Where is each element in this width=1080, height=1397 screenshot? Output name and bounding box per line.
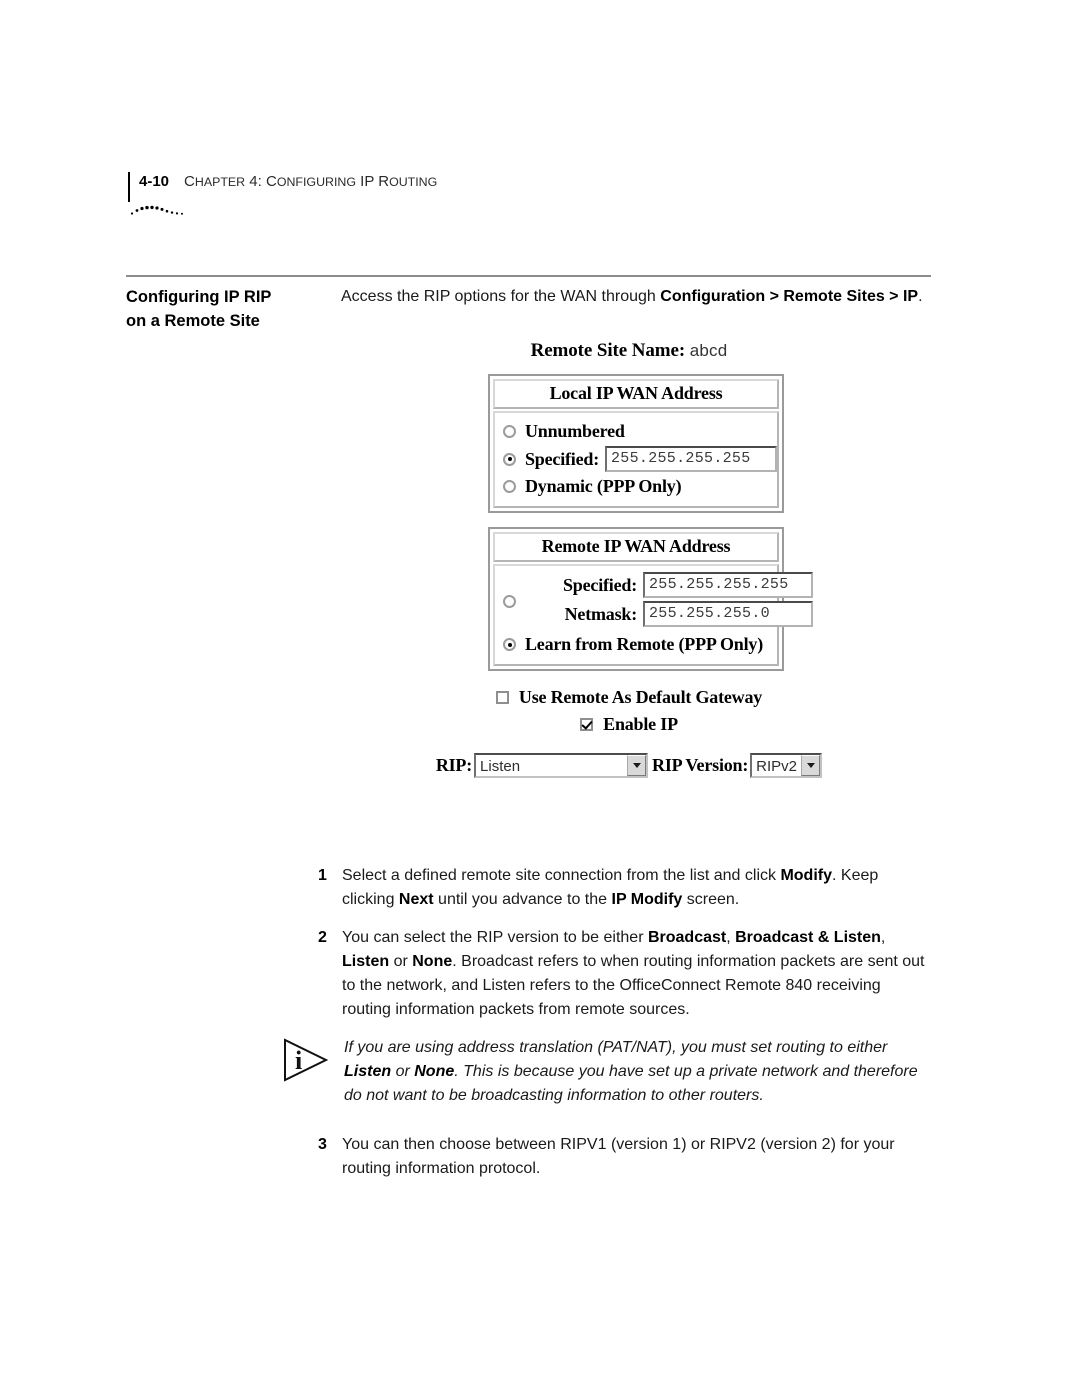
rip-mode-select[interactable]: Listen [474,753,649,778]
step-2-bold4: None [412,953,453,970]
step-2-bold3: Listen [342,953,390,970]
local-specified-ip-input[interactable]: 255.255.255.255 [605,446,777,472]
step-1-number: 1 [318,867,327,884]
ip-modify-screen-capture: Remote Site Name: abcd Local IP WAN Addr… [341,340,931,778]
remote-ip-wan-address-title: Remote IP WAN Address [493,532,779,562]
step-2-seg3: , [880,929,886,946]
radio-learn-from-remote-label: Learn from Remote (PPP Only) [525,634,764,654]
info-triangle-icon: i [284,1038,329,1082]
checkbox-enable-ip-label: Enable IP [603,714,678,734]
section-divider-rule [126,275,931,277]
note-seg1: If you are using address translation (PA… [344,1039,888,1056]
step-1-seg3: until you advance to the [433,891,612,908]
step-3-text: You can then choose between RIPV1 (versi… [342,1136,895,1177]
page-folio: 4-10 [139,173,170,190]
radio-local-specified-label: Specified: [525,448,599,469]
step-item-1: 1 Select a defined remote site connectio… [318,864,933,912]
intro-menu-path: Configuration > Remote Sites > IP [660,288,919,305]
radio-dynamic-ppp-label: Dynamic (PPP Only) [525,476,682,496]
svg-text:i: i [295,1046,302,1075]
procedure-steps-list: 1 Select a defined remote site connectio… [318,864,933,1036]
radio-local-specified-icon[interactable] [503,452,516,466]
note-bold1: Listen [344,1063,392,1080]
step-1-seg4: screen. [682,891,740,908]
rip-settings-row: RIP: Listen RIP Version: RIPv2 [341,753,931,778]
intro-text-tail: . [918,288,923,305]
checkbox-row-enable-ip[interactable]: Enable IP [341,714,931,735]
checkbox-use-remote-as-default-gateway-icon[interactable] [495,691,509,704]
step-2-text: You can select the RIP version to be eit… [342,926,933,1022]
remote-specified-label: Specified: [563,574,637,595]
rip-mode-selected-value: Listen [480,758,521,775]
note-bold2: None [414,1063,455,1080]
local-ip-wan-address-title: Local IP WAN Address [493,379,779,409]
remote-netmask-label: Netmask: [564,603,638,624]
rip-label: RIP: [435,755,473,775]
step-1-seg1: Select a defined remote site connection … [342,867,781,884]
header-dot-arc-decoration [130,205,183,215]
remote-specified-row: Specified: 255.255.255.255 [525,572,813,598]
step-item-2: 2 You can select the RIP version to be e… [318,926,933,1022]
running-header: 4-10 CHAPTER 4: CONFIGURING IP ROUTING [128,172,437,202]
section-heading: Configuring IP RIP on a Remote Site [126,285,326,333]
remote-ip-wan-address-group: Remote IP WAN Address Specified: 255.255… [488,527,813,671]
remote-site-name-value: abcd [689,341,728,360]
step-1-bold2: Next [398,891,434,908]
rip-version-label: RIP Version: [652,755,749,775]
radio-row-local-specified[interactable]: Specified: 255.255.255.255 [495,445,777,473]
radio-row-learn-from-remote[interactable]: Learn from Remote (PPP Only) [495,631,777,658]
step-3-number: 3 [318,1136,327,1153]
remote-site-name-row: Remote Site Name: abcd [341,340,931,362]
step-2-seg2: , [726,929,736,946]
section-intro-paragraph: Access the RIP options for the WAN throu… [341,285,931,309]
remote-site-name-label: Remote Site Name: [530,340,686,361]
radio-row-dynamic-ppp[interactable]: Dynamic (PPP Only) [495,473,777,500]
remote-netmask-input[interactable]: 255.255.255.0 [643,601,813,627]
remote-netmask-row: Netmask: 255.255.255.0 [525,601,813,627]
header-vertical-rule [128,172,130,202]
procedure-steps-list-continued: 3 You can then choose between RIPV1 (ver… [318,1133,933,1195]
rip-version-chevron-down-icon[interactable] [801,755,821,776]
rip-mode-chevron-down-icon[interactable] [627,755,647,776]
chapter-title: CHAPTER 4: CONFIGURING IP ROUTING [184,173,438,190]
step-1-bold1: Modify [780,867,832,884]
step-2-seg1: You can select the RIP version to be eit… [342,929,648,946]
info-note-callout: i If you are using address translation (… [282,1036,932,1108]
section-heading-line2: on a Remote Site [126,312,260,330]
radio-unnumbered-label: Unnumbered [525,421,625,441]
rip-version-selected-value: RIPv2 [756,758,798,775]
step-2-bold2: Broadcast & Listen [735,929,881,946]
step-2-bold1: Broadcast [647,929,727,946]
step-item-3: 3 You can then choose between RIPV1 (ver… [318,1133,933,1181]
local-ip-wan-address-body: Unnumbered Specified: 255.255.255.255 Dy… [493,411,779,508]
radio-dynamic-ppp-icon[interactable] [503,480,516,493]
step-1-text: Select a defined remote site connection … [342,864,933,912]
remote-specified-ip-input[interactable]: 255.255.255.255 [643,572,813,598]
step-2-seg4: or [389,953,413,970]
checkbox-enable-ip-icon[interactable] [580,718,594,731]
remote-address-fields: Specified: 255.255.255.255 Netmask: 255.… [525,572,813,630]
info-note-text: If you are using address translation (PA… [344,1036,932,1108]
radio-learn-from-remote-icon[interactable] [503,638,516,651]
section-heading-line1: Configuring IP RIP [126,288,272,306]
radio-row-unnumbered[interactable]: Unnumbered [495,418,777,445]
intro-text-lead: Access the RIP options for the WAN throu… [341,288,661,305]
remote-ip-wan-address-body: Specified: 255.255.255.255 Netmask: 255.… [493,564,813,666]
checkbox-use-remote-as-default-gateway-label: Use Remote As Default Gateway [518,687,763,707]
local-ip-wan-address-group: Local IP WAN Address Unnumbered Specifie… [488,374,784,513]
step-2-number: 2 [318,929,327,946]
rip-version-select[interactable]: RIPv2 [750,753,823,778]
checkbox-row-default-gateway[interactable]: Use Remote As Default Gateway [341,687,931,708]
radio-remote-specified-icon[interactable] [503,594,516,608]
radio-unnumbered-icon[interactable] [503,425,516,438]
note-seg2: or [391,1063,415,1080]
step-1-bold3: IP Modify [611,891,683,908]
radio-row-remote-specified[interactable]: Specified: 255.255.255.255 Netmask: 255.… [495,571,813,631]
